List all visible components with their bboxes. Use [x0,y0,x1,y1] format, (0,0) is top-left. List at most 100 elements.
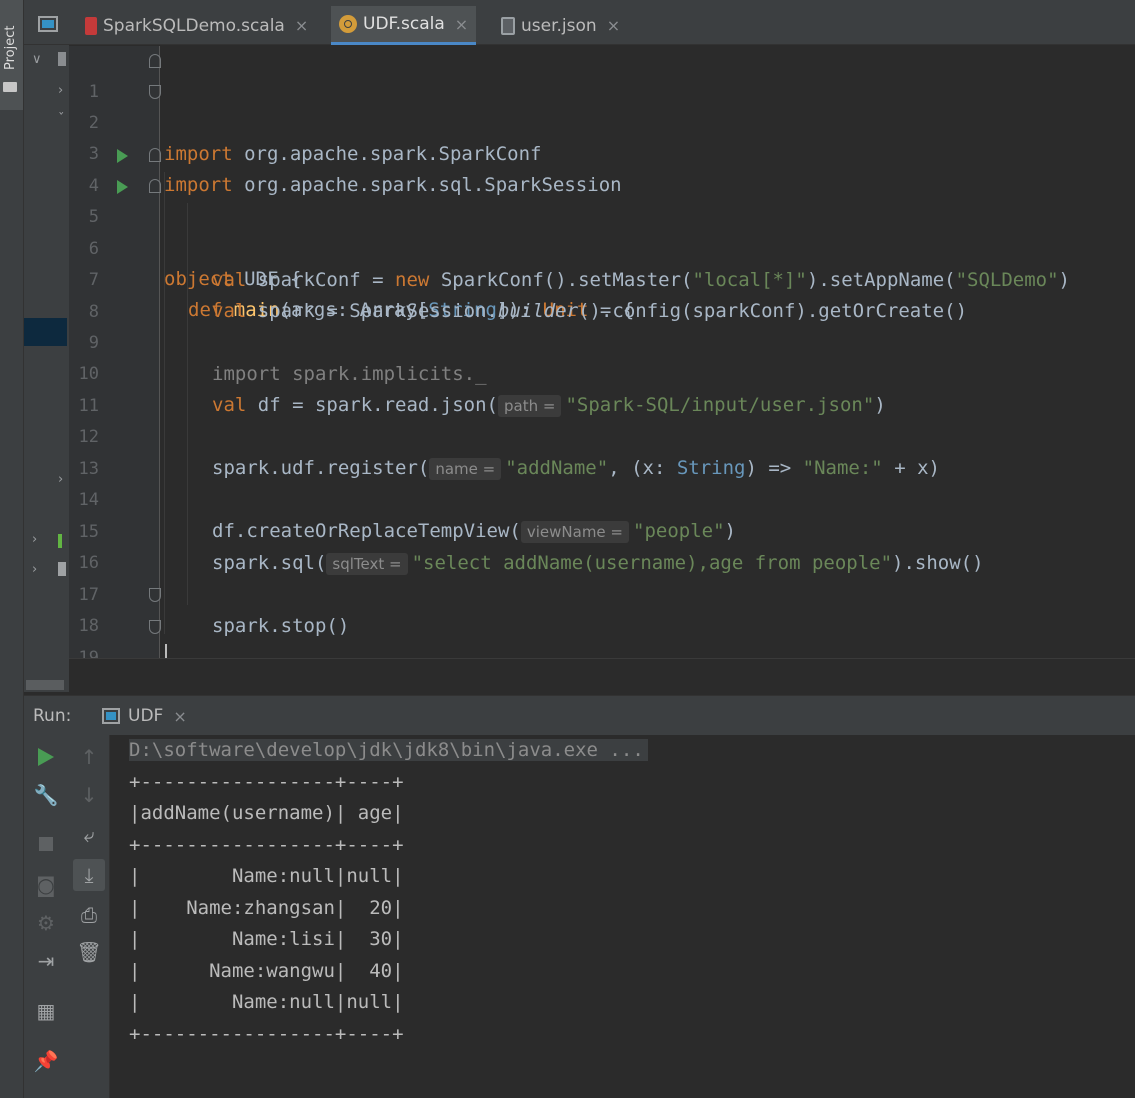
trash-icon: 🗑 [76,940,102,964]
code-line-4: 4 object UDF { [69,140,1135,290]
run-gutter-icon[interactable] [117,180,128,194]
tab-label: UDF.scala [363,14,445,34]
code-line-7: 7 val spark = SparkSession.builder().con… [69,234,1135,322]
console-line: | Name:wangwu| 40| [129,960,404,982]
editor-horizontal-scroll-area[interactable] [69,658,1135,692]
arrow-up-icon: ↑ [80,745,98,769]
scroll-to-end-button[interactable]: ⤓ [73,859,105,891]
close-icon[interactable]: × [173,707,186,726]
rerun-button[interactable] [34,745,58,769]
tree-expanded-icon[interactable]: ∨ [32,52,42,67]
project-tool-tab[interactable]: Project [0,0,23,110]
camera-icon: ◙ [36,873,56,897]
exit-icon: ⇥ [37,949,55,973]
play-icon [38,748,54,766]
code-editor[interactable]: 1 import org.apache.spark.SparkConf 2 im… [69,46,1135,658]
code-line-20: 20 [69,643,1135,658]
layout-icon: ▦ [36,999,56,1023]
library-icon [58,534,62,548]
gear-icon: ⚙ [37,911,55,935]
code-line-10: 10 val df = spark.read.json(path = "Spark… [69,328,1135,417]
code-line-17: 17 spark.stop() [69,549,1135,637]
tree-expanded-icon[interactable]: ˇ [58,112,65,127]
tab-label: user.json [521,15,597,36]
tab-sparksqldemo[interactable]: SparkSQLDemo.scala × [77,6,316,45]
close-icon[interactable]: × [455,15,468,34]
code-line-5: 5 def main(args: Array[String]): Unit = … [69,171,1135,321]
console-line: | Name:lisi| 30| [129,928,404,950]
scroll-up-button[interactable]: ↑ [77,745,101,769]
scala-file-icon [85,16,97,35]
run-toolbar-secondary: ↑ ↓ ⤶ ⤓ ⎙ 🗑 [68,735,110,1098]
exit-button[interactable]: ⇥ [34,949,58,973]
fold-marker-icon[interactable] [149,148,161,162]
pin-tab-button[interactable]: 📌 [33,1049,59,1073]
code-line-12: 12 spark.udf.register(name = "addName", (… [69,391,1135,480]
left-tool-strip: Project [0,0,24,1098]
code-line-14: 14 df.createOrReplaceTempView(viewName =… [69,454,1135,543]
soft-wrap-icon: ⤶ [83,823,95,847]
arrow-down-icon: ↓ [80,783,98,807]
code-line-9: 9 import spark.implicits._ [69,297,1135,385]
close-icon[interactable]: × [295,16,308,35]
code-line-2: 2 import org.apache.spark.sql.SparkSessi… [69,77,1135,196]
scroll-down-button[interactable]: ↓ [77,783,101,807]
tree-collapsed-icon[interactable]: › [58,83,63,98]
run-gutter-icon[interactable] [117,149,128,163]
scratches-icon [58,562,66,576]
close-icon[interactable]: × [607,16,620,35]
edit-config-button[interactable]: 🔧 [33,783,59,807]
run-panel-label: Run: [33,706,72,726]
code-line-3: 3 [69,108,1135,164]
scroll-to-end-icon: ⤓ [84,863,94,887]
stop-button[interactable] [34,832,58,856]
json-file-icon [501,16,515,35]
soft-wrap-button[interactable]: ⤶ [77,823,101,847]
tab-label: SparkSQLDemo.scala [103,15,285,36]
code-line-11: 11 [69,360,1135,416]
module-icon [58,52,66,66]
dump-threads-button[interactable]: ◙ [34,873,58,897]
console-line: +-----------------+----+ [129,1023,404,1045]
code-line-8: 8 [69,266,1135,322]
print-button[interactable]: ⎙ [77,903,101,927]
code-line-19: 19 } [69,612,1135,658]
console-line: D:\software\develop\jdk\jdk8\bin\java.ex… [129,735,648,766]
layout-button[interactable]: ▦ [34,999,58,1023]
project-panel: ∨ › ˇ › › › [24,0,69,692]
settings-button[interactable]: ⚙ [34,911,58,935]
code-line-1: 1 import org.apache.spark.SparkConf [69,46,1135,165]
selected-tree-row[interactable] [24,318,67,346]
fold-marker-icon[interactable] [149,54,161,68]
tree-collapsed-icon[interactable]: › [32,562,37,577]
fold-marker-icon[interactable] [149,85,161,99]
code-line-13: 13 [69,423,1135,479]
run-tab-udf[interactable]: UDF × [96,696,193,736]
console-line: | Name:zhangsan| 20| [129,897,404,919]
stop-icon [39,837,53,851]
console-output[interactable]: D:\software\develop\jdk\jdk8\bin\java.ex… [111,735,1135,1098]
java-command[interactable]: D:\software\develop\jdk\jdk8\bin\java.ex… [129,739,648,761]
scala-object-icon [339,15,357,33]
tree-collapsed-icon[interactable]: › [32,532,37,547]
run-toolbar-primary: 🔧 ◙ ⚙ ⇥ ▦ 📌 [24,735,68,1098]
project-tab-label: Project [3,25,18,70]
run-config-icon [102,708,120,724]
tab-user-json[interactable]: user.json × [493,6,628,45]
text-caret [165,644,167,658]
project-view-icon[interactable] [38,16,58,32]
fold-marker-icon[interactable] [149,588,161,602]
console-line: | Name:null|null| [129,865,404,887]
wrench-icon: 🔧 [33,783,59,807]
clear-all-button[interactable]: 🗑 [76,940,102,964]
code-line-16: 16 [69,517,1135,573]
pin-icon: 📌 [33,1049,59,1073]
tree-collapsed-icon[interactable]: › [58,472,63,487]
project-scrollbar[interactable] [26,680,64,690]
editor-tabs-bar: SparkSQLDemo.scala × UDF.scala × user.js… [69,0,1135,45]
console-line: +-----------------+----+ [129,834,404,856]
run-tab-label: UDF [128,706,164,726]
tab-udf[interactable]: UDF.scala × [331,6,477,45]
fold-marker-icon[interactable] [149,179,161,193]
fold-marker-icon[interactable] [149,620,161,634]
